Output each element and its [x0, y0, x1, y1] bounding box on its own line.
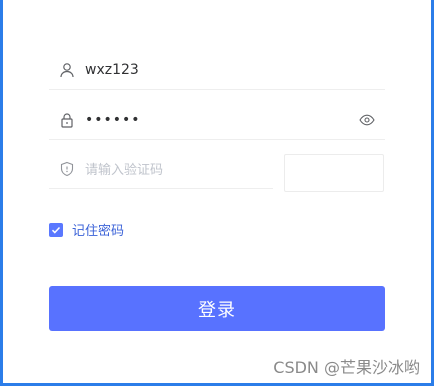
remember-label[interactable]: 记住密码	[72, 220, 124, 239]
user-icon	[59, 62, 75, 78]
captcha-placeholder[interactable]: 请输入验证码	[85, 159, 163, 178]
username-field[interactable]: wxz123	[49, 50, 385, 90]
eye-icon[interactable]	[359, 112, 375, 128]
password-value[interactable]: ••••••	[85, 112, 141, 128]
captcha-image[interactable]	[284, 154, 384, 192]
remember-checkbox[interactable]	[49, 222, 63, 237]
captcha-field[interactable]: 请输入验证码	[49, 149, 273, 189]
shield-icon	[59, 161, 75, 177]
watermark-text: CSDN @芒果沙冰哟	[273, 358, 420, 377]
login-button[interactable]: 登录	[49, 286, 385, 331]
check-icon	[51, 226, 61, 234]
remember-password[interactable]: 记住密码	[49, 220, 124, 239]
lock-icon	[59, 112, 75, 128]
username-value[interactable]: wxz123	[85, 62, 139, 78]
password-field[interactable]: ••••••	[49, 100, 385, 140]
